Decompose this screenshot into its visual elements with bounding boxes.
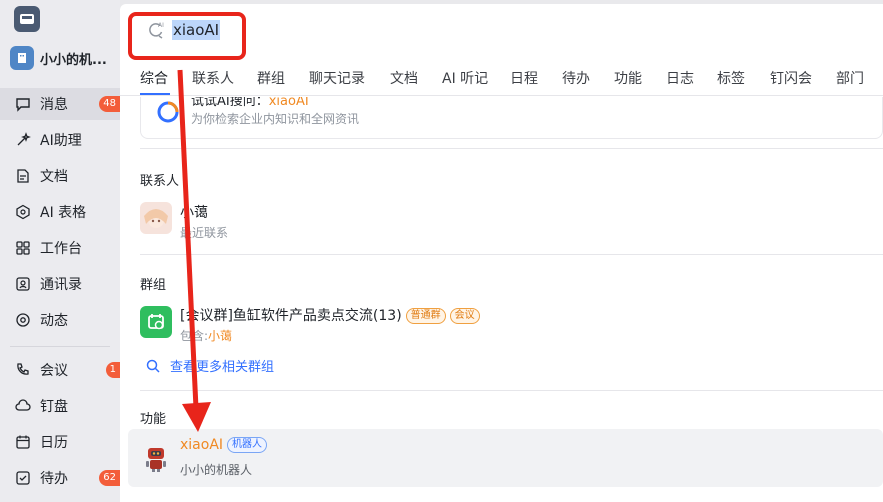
sidebar-item-calendar[interactable]: 日历 <box>0 426 120 458</box>
sidebar-item-ai-assistant[interactable]: AI助理 <box>0 124 120 156</box>
unread-badge: 48 <box>99 96 120 112</box>
sidebar-item-docs[interactable]: 文档 <box>0 160 120 192</box>
group-subtitle: 包含:小蔼 <box>180 329 233 343</box>
org-switcher[interactable]: 小小的机... <box>10 44 107 72</box>
tab-all[interactable]: 综合 <box>140 68 168 88</box>
sidebar: 小小的机... 消息 48 AI助理 文档 AI 表格 工作台 通讯录 动态 会… <box>0 0 120 502</box>
tab-chat-history[interactable]: 聊天记录 <box>309 68 365 88</box>
tab-flash-meeting[interactable]: 钉闪会 <box>770 68 812 88</box>
ai-logo-icon <box>157 101 179 123</box>
tab-schedule[interactable]: 日程 <box>510 68 538 88</box>
sidebar-item-label: AI助理 <box>40 133 82 149</box>
section-divider <box>140 254 883 255</box>
robot-tag: 机器人 <box>227 437 268 453</box>
annotation-box <box>128 12 246 60</box>
sidebar-item-label: 日历 <box>40 435 68 451</box>
sidebar-item-messages[interactable]: 消息 48 <box>0 88 120 120</box>
sidebar-item-label: 钉盘 <box>40 399 68 415</box>
table-icon <box>14 203 32 221</box>
tab-departments[interactable]: 部门 <box>836 68 864 88</box>
document-icon <box>14 167 32 185</box>
group-name: [会议群]鱼缸软件产品卖点交流(13) 普通群 会议 <box>180 305 480 325</box>
search-panel: AI xiaoAI 综合 联系人 群组 聊天记录 文档 AI 听记 日程 待办 … <box>120 4 883 502</box>
group-type-tag: 普通群 <box>405 308 446 324</box>
tab-tags[interactable]: 标签 <box>717 68 745 88</box>
sidebar-item-workbench[interactable]: 工作台 <box>0 232 120 264</box>
eye-icon <box>14 311 32 329</box>
search-tabs: 综合 联系人 群组 聊天记录 文档 AI 听记 日程 待办 功能 日志 标签 钉… <box>120 62 883 96</box>
feature-name: xiaoAI 机器人 <box>180 437 268 453</box>
sidebar-item-label: 通讯录 <box>40 277 82 293</box>
sidebar-item-label: 会议 <box>40 363 68 379</box>
app-logo-icon[interactable] <box>14 6 40 32</box>
sidebar-item-contacts[interactable]: 通讯录 <box>0 268 120 300</box>
grid-icon <box>14 239 32 257</box>
message-icon <box>14 95 32 113</box>
tab-docs[interactable]: 文档 <box>390 68 418 88</box>
tab-groups[interactable]: 群组 <box>257 68 285 88</box>
sidebar-item-label: AI 表格 <box>40 205 87 221</box>
sidebar-item-moments[interactable]: 动态 <box>0 304 120 336</box>
sidebar-item-label: 动态 <box>40 313 68 329</box>
drive-icon <box>14 397 32 415</box>
section-title-contacts: 联系人 <box>140 174 180 189</box>
ai-search-subtitle: 为你检索企业内知识和全网资讯 <box>191 112 360 126</box>
sidebar-item-meeting[interactable]: 会议 1 <box>0 354 120 386</box>
contact-name: 小蔼 <box>180 205 208 221</box>
feature-result-xiaoai[interactable]: xiaoAI 机器人 小小的机器人 <box>128 429 883 487</box>
sidebar-item-label: 待办 <box>40 471 68 487</box>
contacts-icon <box>14 275 32 293</box>
sidebar-item-label: 消息 <box>40 97 68 113</box>
section-title-features: 功能 <box>140 412 167 427</box>
sidebar-item-label: 文档 <box>40 169 68 185</box>
calendar-icon <box>14 433 32 451</box>
meeting-tag: 会议 <box>449 308 480 324</box>
feature-subtitle: 小小的机器人 <box>180 463 253 477</box>
more-groups-link[interactable]: 查看更多相关群组 <box>146 356 274 375</box>
todo-icon <box>14 469 32 487</box>
tab-features[interactable]: 功能 <box>614 68 642 88</box>
todo-badge: 62 <box>99 470 120 486</box>
section-divider <box>140 390 883 391</box>
active-tab-indicator <box>140 93 170 95</box>
more-groups-label: 查看更多相关群组 <box>170 360 275 375</box>
tab-ai-notes[interactable]: AI 听记 <box>442 68 488 88</box>
tab-contacts[interactable]: 联系人 <box>192 68 234 88</box>
org-name: 小小的机... <box>40 52 107 68</box>
nav-divider <box>10 346 110 347</box>
section-divider <box>140 148 883 149</box>
ai-search-card[interactable]: 试试AI搜问：xiaoAI 为你检索企业内知识和全网资讯 <box>140 97 883 139</box>
sidebar-item-label: 工作台 <box>40 241 82 257</box>
tab-todo[interactable]: 待办 <box>562 68 590 88</box>
ai-search-title: 试试AI搜问：xiaoAI <box>191 97 309 109</box>
section-title-groups: 群组 <box>140 278 167 293</box>
robot-icon <box>140 442 172 474</box>
sidebar-item-ai-table[interactable]: AI 表格 <box>0 196 120 228</box>
meeting-badge: 1 <box>105 362 120 378</box>
org-icon <box>10 46 34 70</box>
sidebar-item-drive[interactable]: 钉盘 <box>0 390 120 422</box>
sparkle-icon <box>14 131 32 149</box>
tab-logs[interactable]: 日志 <box>666 68 694 88</box>
search-icon <box>146 359 160 373</box>
sidebar-item-todo[interactable]: 待办 62 <box>0 462 120 494</box>
contact-subtitle: 最近联系 <box>180 226 229 240</box>
avatar <box>140 202 172 234</box>
group-avatar-icon <box>140 306 172 338</box>
phone-icon <box>14 361 32 379</box>
